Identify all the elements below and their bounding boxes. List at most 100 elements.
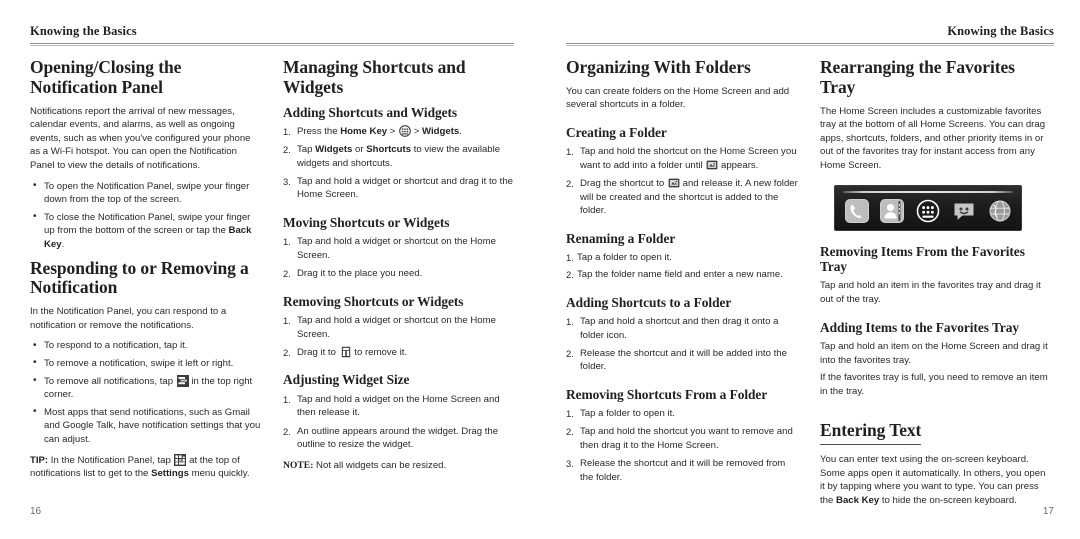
paragraph-removing-items-favorites: Tap and hold an item in the favorites tr… <box>820 280 1041 305</box>
step-text-end: to remove it. <box>354 346 408 358</box>
section-heading-organizing-with-folders: Organizing With Folders <box>566 57 751 77</box>
remove-trash-icon <box>340 346 351 358</box>
subheading-removing-shortcuts-widgets: Removing Shortcuts or Widgets <box>283 293 464 309</box>
widgets-label: Widgets <box>422 125 460 137</box>
paragraph-adding-items-favorites: Tap and hold an item on the Home Screen … <box>820 341 1048 366</box>
bullet-text: To remove all notifications, tap <box>44 375 174 387</box>
favorites-tray-figure <box>834 184 1022 231</box>
list-item: Most apps that send notifications, such … <box>30 405 261 447</box>
contacts-icon <box>879 198 906 225</box>
note-text: Not all widgets can be resized. <box>313 459 447 471</box>
column-1: Opening/Closing the Notification Panel N… <box>30 57 261 488</box>
column-3: Organizing With Folders You can create f… <box>566 57 798 515</box>
section-heading-opening-closing-notification-panel: Opening/Closing the Notification Panel <box>30 57 182 97</box>
section-heading-entering-text: Entering Text <box>820 421 921 446</box>
home-key-label: Home Key <box>340 125 388 137</box>
header-rule-thin <box>30 45 514 46</box>
list-item: To remove a notification, swipe it left … <box>30 356 261 371</box>
widgets-label: Widgets <box>315 144 353 156</box>
tray-divider-line <box>843 190 1013 193</box>
paragraph-folders-intro: You can create folders on the Home Scree… <box>566 85 790 111</box>
settings-menu-label: Settings <box>151 468 189 480</box>
phone-icon <box>843 198 870 225</box>
list-item: Tap and hold a widget or shortcut on the… <box>283 235 496 261</box>
section-heading-responding-removing-notification: Responding to or Removing a Notification <box>30 257 249 298</box>
list-item: To respond to a notification, tap it. <box>30 339 261 353</box>
list-item: Press the Home Key > > Widgets. <box>283 125 514 139</box>
bullet-list-responding-removing: To respond to a notification, tap it. To… <box>30 339 261 446</box>
note-label: NOTE: <box>283 459 314 471</box>
bullet-text: To close the Notification Panel, swipe y… <box>44 211 251 237</box>
page-left: Knowing the Basics Opening/Closing the N… <box>0 0 540 539</box>
section-heading-rearranging-favorites-tray: Rearranging the Favorites Tray <box>820 57 1015 97</box>
step-text: Tap and hold the shortcut on the Home Sc… <box>580 146 797 171</box>
list-item: Drag it to the place you need. <box>283 267 423 280</box>
subheading-moving-shortcuts-widgets: Moving Shortcuts or Widgets <box>283 214 450 230</box>
subheading-removing-items-favorites-tray: Removing Items From the Favorites Tray <box>820 243 1025 274</box>
step-list-moving-shortcuts: Tap and hold a widget or shortcut on the… <box>283 235 514 280</box>
list-item: To open the Notification Panel, swipe yo… <box>30 179 261 207</box>
step-text-end: . <box>459 125 462 137</box>
left-page-columns: Opening/Closing the Notification Panel N… <box>30 57 514 488</box>
bullet-list-open-close-panel: To open the Notification Panel, swipe yo… <box>30 179 261 252</box>
messaging-icon <box>950 198 977 225</box>
tray-icon-row <box>841 198 1015 225</box>
list-item: Tap the folder name field and enter a ne… <box>566 268 783 281</box>
subheading-adding-shortcuts-widgets: Adding Shortcuts and Widgets <box>283 104 458 120</box>
list-item: Tap and hold a widget or shortcut and dr… <box>283 175 513 201</box>
shortcuts-label: Shortcuts <box>366 144 412 156</box>
page-right: Knowing the Basics Organizing With Folde… <box>540 0 1080 539</box>
step-text-or: or <box>352 144 367 156</box>
folder-icon <box>706 159 718 170</box>
list-item: Release the shortcut and it will be remo… <box>566 457 786 483</box>
list-item: Tap and hold the shortcut you want to re… <box>566 425 793 452</box>
step-text-end: appears. <box>721 160 759 171</box>
running-head-right: Knowing the Basics <box>947 24 1054 38</box>
list-item: Tap and hold a widget or shortcut on the… <box>283 314 496 340</box>
app-drawer-icon <box>915 198 942 225</box>
tip-label: TIP: <box>30 454 49 466</box>
page-number-right: 17 <box>1042 506 1054 517</box>
column-4: Rearranging the Favorites Tray The Home … <box>820 57 1052 515</box>
header-rule-thin <box>566 45 1054 46</box>
step-text: Tap <box>297 144 316 156</box>
subheading-adding-shortcuts-to-folder: Adding Shortcuts to a Folder <box>566 294 732 310</box>
step-text: Drag it to <box>297 346 336 358</box>
browser-globe-icon <box>986 198 1013 225</box>
list-item: To close the Notification Panel, swipe y… <box>30 210 261 252</box>
subheading-creating-a-folder: Creating a Folder <box>566 124 667 140</box>
bullet-text-end: . <box>61 239 65 251</box>
list-item: Drag the shortcut to and release it. A n… <box>566 177 798 218</box>
folder-icon <box>668 177 680 188</box>
list-item: Drag it to to remove it. <box>283 346 514 360</box>
clear-notifications-icon <box>176 374 189 387</box>
list-item: Tap Widgets or Shortcuts to view the ava… <box>283 143 514 170</box>
subheading-removing-shortcuts-from-folder: Removing Shortcuts From a Folder <box>566 386 768 402</box>
step-text: Press the <box>297 125 341 137</box>
list-item: Tap and hold a shortcut and then drag it… <box>566 315 779 341</box>
app-drawer-icon <box>399 125 411 137</box>
step-list-adding-shortcuts-to-folder: Tap and hold a shortcut and then drag it… <box>566 315 798 374</box>
subheading-renaming-a-folder: Renaming a Folder <box>566 230 676 246</box>
list-item: Tap and hold a widget on the Home Screen… <box>283 393 500 419</box>
back-key-label: Back Key <box>836 495 880 507</box>
list-item: Tap a folder to open it. <box>566 251 672 264</box>
settings-icon <box>174 453 187 466</box>
entering-text-c: to hide the on-screen keyboard. <box>879 495 1017 507</box>
step-text-sep2: > <box>411 125 422 137</box>
subheading-adjusting-widget-size: Adjusting Widget Size <box>283 372 410 388</box>
tip-note-notification-panel: TIP: In the Notification Panel, tap at t… <box>30 453 261 481</box>
header-rule-thick <box>566 43 1054 44</box>
paragraph-favorites-tray-full: If the favorites tray is full, you need … <box>820 372 1048 397</box>
note-widgets-resize: NOTE: Not all widgets can be resized. <box>283 459 514 473</box>
section-heading-managing-shortcuts-widgets: Managing Shortcuts and Widgets <box>283 57 466 97</box>
running-head-left: Knowing the Basics <box>30 24 137 38</box>
list-item: An outline appears around the widget. Dr… <box>283 425 499 451</box>
step-list-adjusting-widget-size: Tap and hold a widget on the Home Screen… <box>283 393 514 452</box>
step-text-sep1: > <box>387 125 399 137</box>
step-text: Drag the shortcut to <box>580 178 665 190</box>
list-item: Tap and hold the shortcut on the Home Sc… <box>566 145 798 172</box>
paragraph-entering-text: You can enter text using the on-screen k… <box>820 453 1052 507</box>
list-item: Tap a folder to open it. <box>566 407 675 420</box>
list-item: Release the shortcut and it will be adde… <box>566 347 787 373</box>
